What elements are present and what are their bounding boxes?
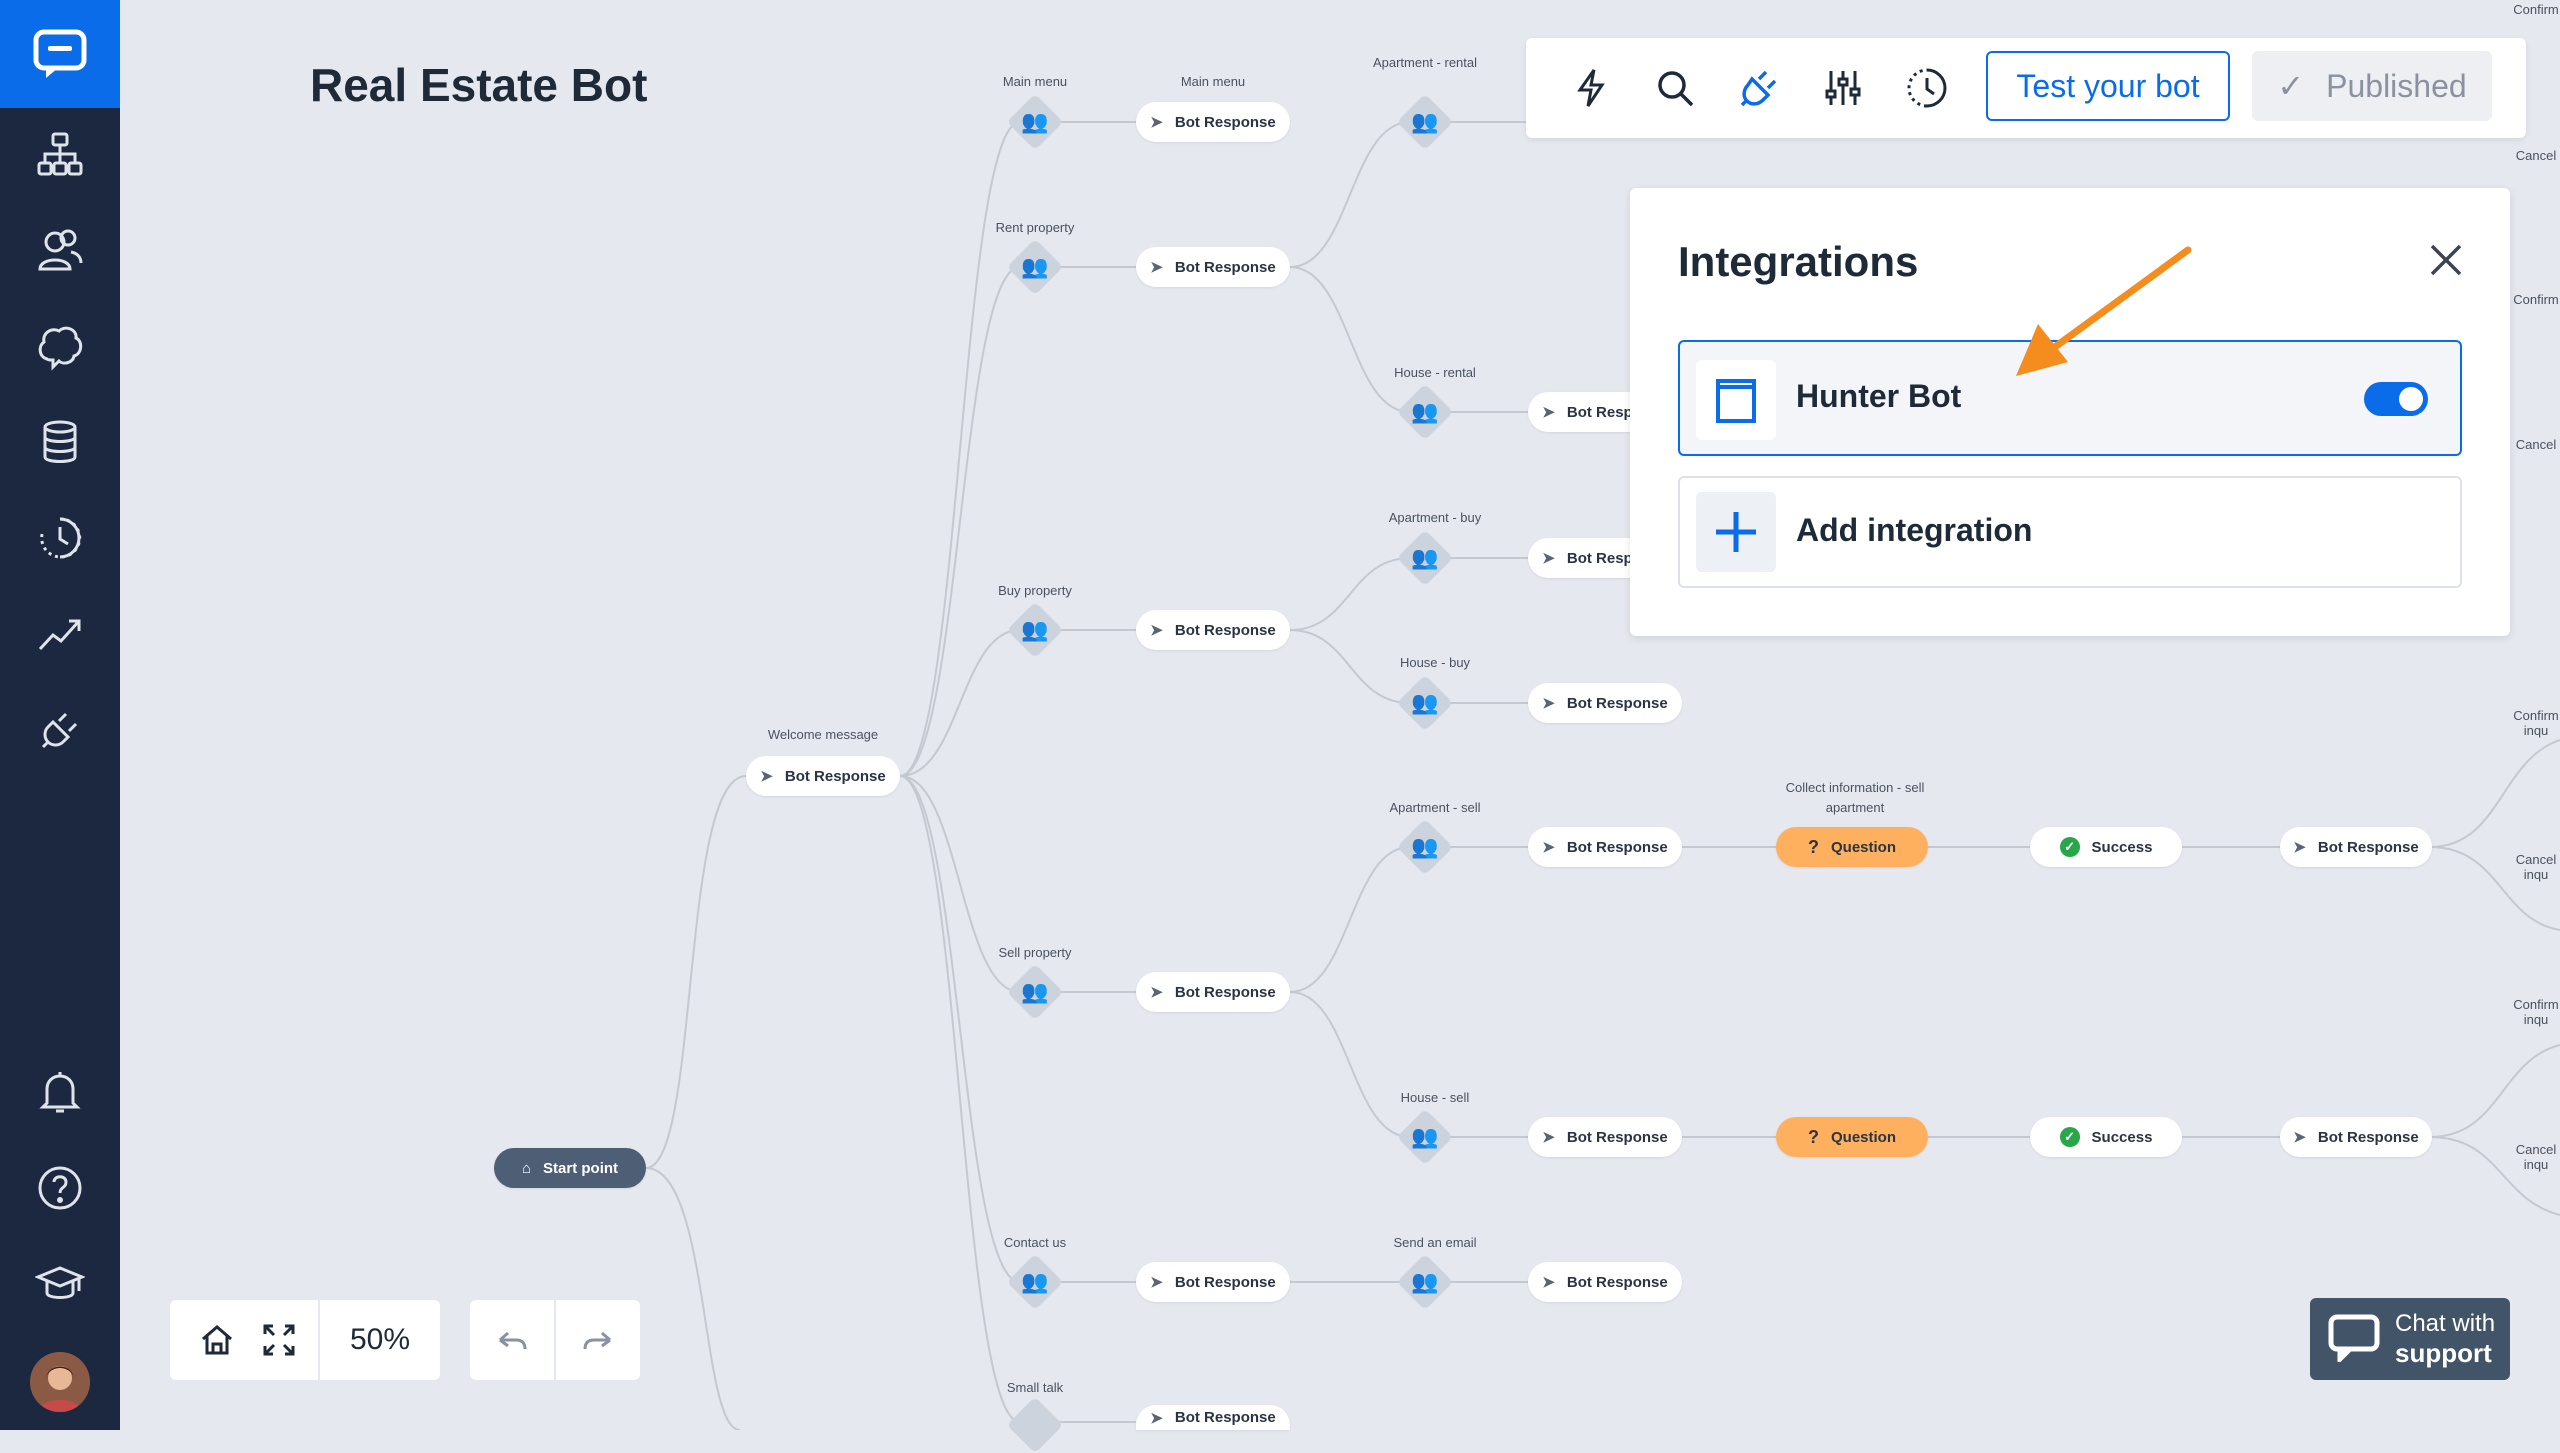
chat-bubble-icon (2328, 1314, 2380, 1362)
support-line-1: Chat with (2395, 1310, 2496, 1337)
annotation-arrow (2016, 246, 2192, 376)
zoom-controls: 50% (170, 1300, 440, 1380)
undo-icon[interactable] (487, 1315, 537, 1365)
history-controls (470, 1300, 640, 1380)
fit-screen-icon[interactable] (254, 1315, 304, 1365)
chat-support-button[interactable]: Chat with support (2310, 1298, 2510, 1380)
redo-icon[interactable] (573, 1315, 623, 1365)
zoom-level[interactable]: 50% (320, 1300, 440, 1380)
support-line-2: support (2395, 1338, 2492, 1368)
home-icon[interactable] (192, 1315, 242, 1365)
